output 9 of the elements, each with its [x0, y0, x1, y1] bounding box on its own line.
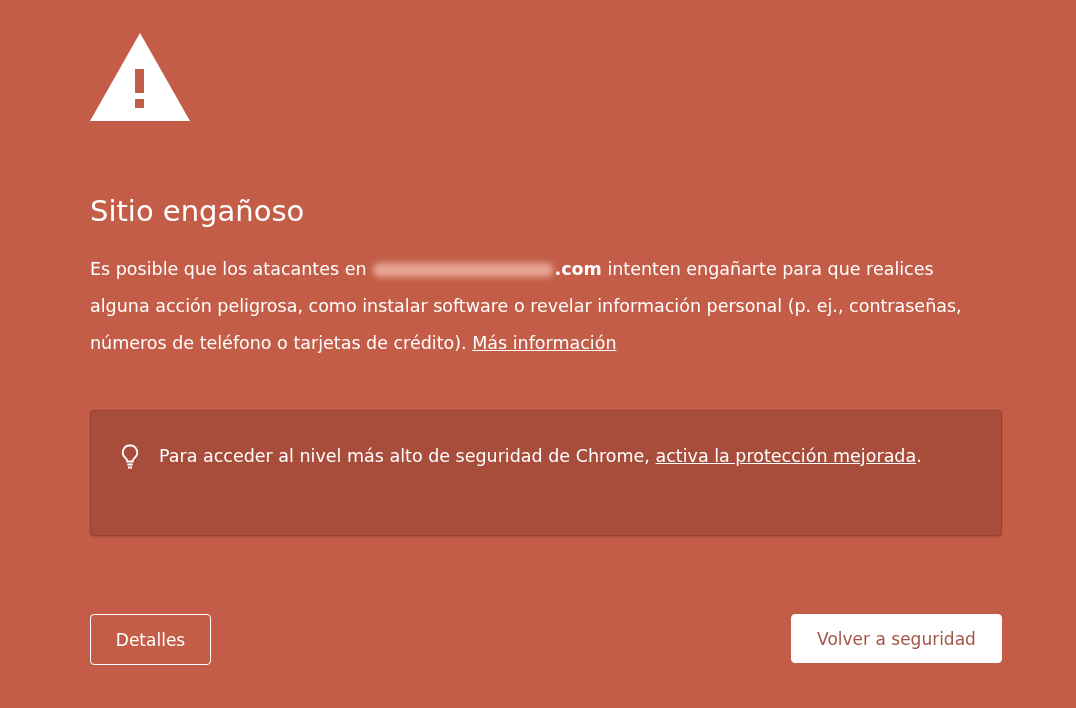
page-title: Sitio engañoso [90, 193, 305, 229]
back-to-safety-button[interactable]: Volver a seguridad [791, 614, 1002, 663]
warning-message: Es posible que los atacantes en .com intenten engañarte para que realices alguna acción peligrosa, como instalar software o revelar información personal (p. ej., contraseñas, números de teléfono o tarjetas de crédito). Más información [90, 258, 963, 355]
enhanced-protection-link[interactable]: activa la protección mejorada [655, 446, 917, 466]
details-button[interactable]: Detalles [90, 614, 211, 665]
warning-icon [90, 33, 190, 121]
more-info-link[interactable]: Más información [472, 333, 617, 353]
tip-text: Para acceder al nivel más alto de seguridad de Chrome, activa la protección mejorada. [159, 445, 922, 468]
lightbulb-icon [121, 444, 139, 470]
